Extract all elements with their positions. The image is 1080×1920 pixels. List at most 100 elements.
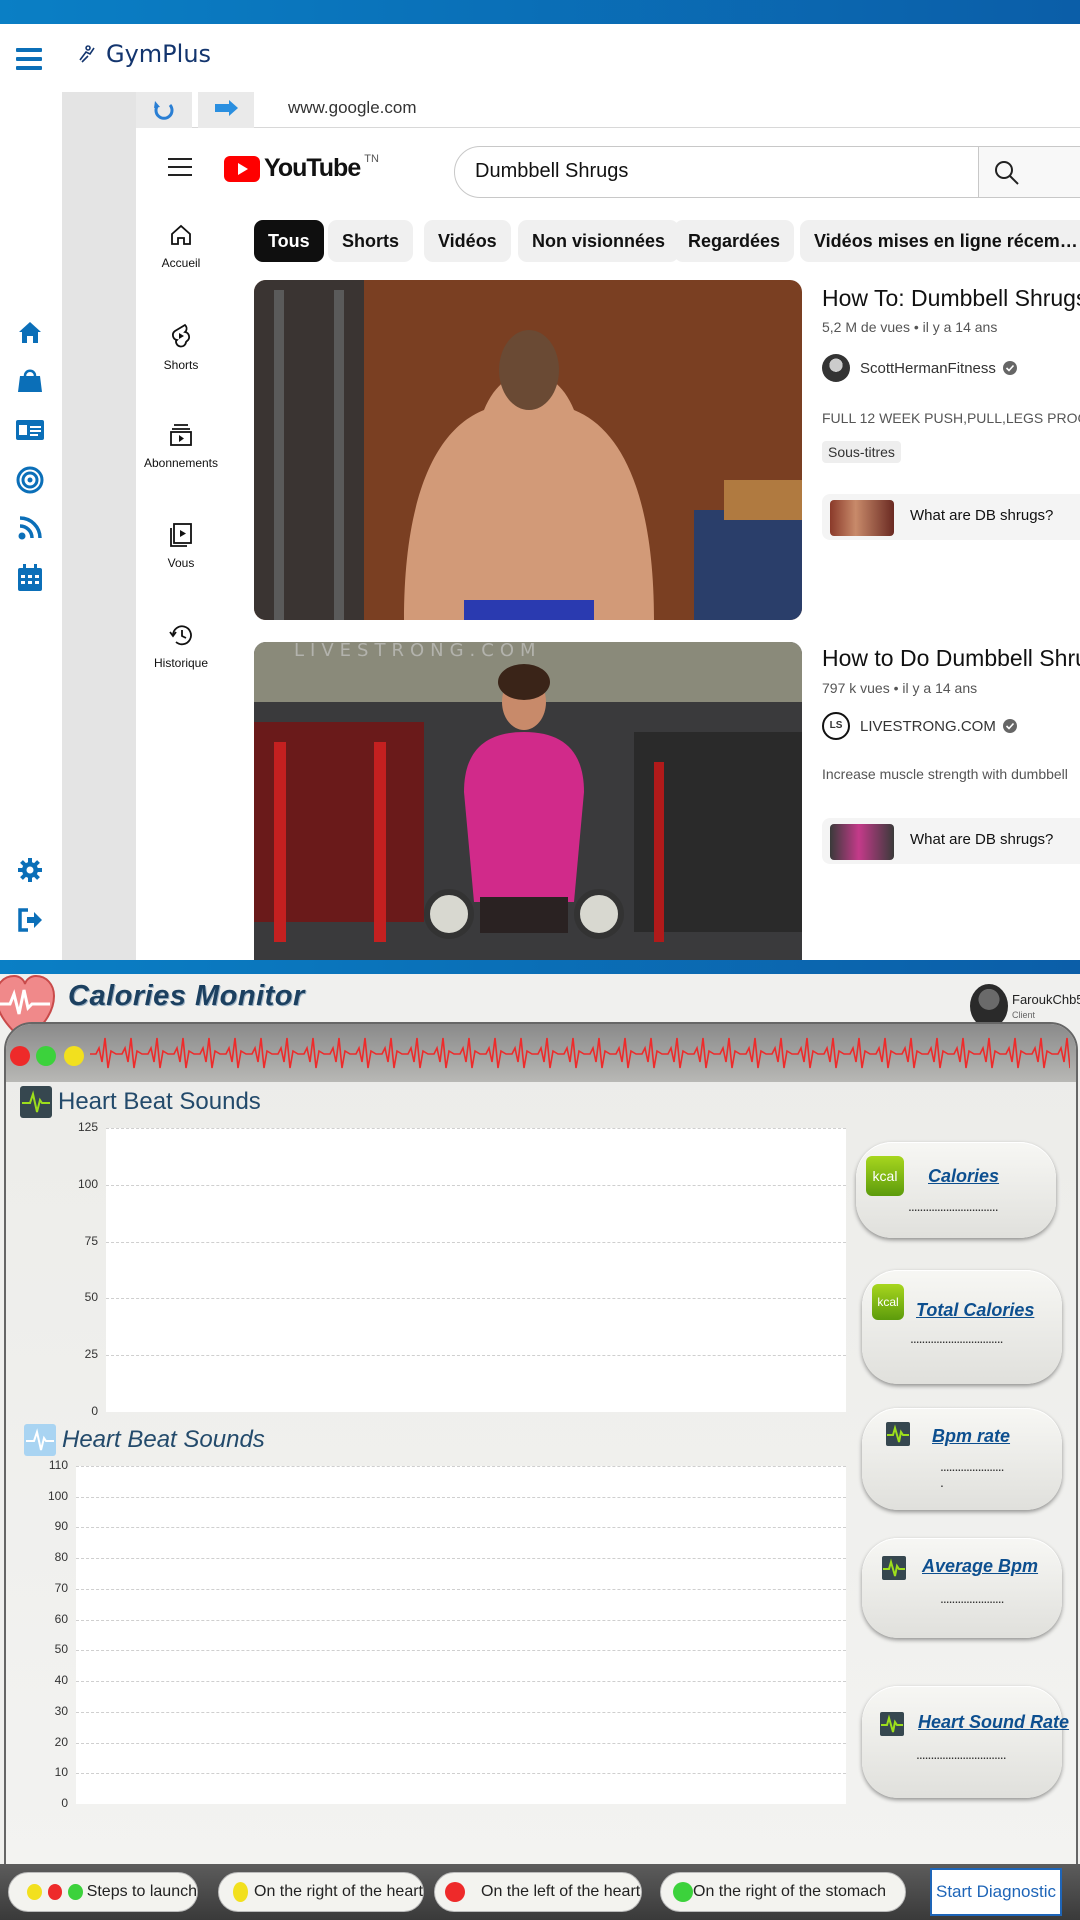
gridline — [76, 1588, 846, 1590]
y-tick-label: 40 — [54, 1673, 68, 1688]
y-tick-label: 50 — [84, 1290, 98, 1305]
app-header: GymPlus — [0, 24, 1080, 92]
pulse-icon — [20, 1086, 52, 1118]
green-dot — [673, 1882, 693, 1902]
search-query: Dumbbell Shrugs — [475, 160, 629, 182]
home-icon[interactable] — [14, 316, 46, 348]
home-outline-icon — [171, 224, 191, 245]
legend-bar: Steps to launch On the right of the hear… — [0, 1864, 1080, 1920]
bpm-rate-card[interactable]: Bpm rate ...................... . — [862, 1408, 1062, 1510]
video-meta: 5,2 M de vues • il y a 14 ans — [822, 319, 998, 335]
subscriptions-icon — [170, 424, 192, 446]
refresh-icon[interactable] — [136, 92, 192, 128]
url-text[interactable]: www.google.com — [288, 98, 417, 118]
legend-label: On the right of the stomach — [693, 1883, 886, 1900]
card-label: Average Bpm — [922, 1556, 1039, 1576]
chip-recently-uploaded[interactable]: Vidéos mises en ligne récem… — [800, 220, 1080, 262]
history-icon — [169, 625, 192, 646]
youtube-play-icon — [224, 155, 260, 182]
y-tick-label: 75 — [84, 1233, 98, 1248]
start-diagnostic-button[interactable]: Start Diagnostic — [930, 1868, 1062, 1916]
library-icon — [170, 523, 192, 547]
ecg-waveform — [90, 1037, 1070, 1069]
gridline — [76, 1773, 846, 1775]
y-tick-label: 20 — [54, 1734, 68, 1749]
calendar-icon[interactable] — [14, 562, 46, 594]
menu-icon[interactable] — [16, 48, 42, 70]
pulse-icon — [886, 1422, 910, 1446]
youtube-search-input[interactable]: Dumbbell Shrugs — [454, 146, 1054, 198]
chip-shorts[interactable]: Shorts — [328, 220, 414, 262]
target-icon[interactable] — [14, 464, 46, 496]
rss-feed-icon[interactable] — [14, 512, 46, 544]
chip-unwatched[interactable]: Non visionnées — [518, 220, 680, 262]
pulse-icon — [24, 1424, 56, 1456]
status-dot-yellow[interactable] — [64, 1046, 84, 1066]
card-value: ................................ — [910, 1330, 1003, 1346]
channel-link[interactable]: LS LIVESTRONG.COM — [822, 712, 1018, 740]
key-moment-card[interactable]: What are DB shrugs? — [822, 818, 1080, 864]
guide-item-subscriptions[interactable]: Abonnements — [136, 422, 226, 502]
heart-beat-chart: 0 25 50 75 100 125 — [46, 1120, 846, 1418]
video-thumbnail[interactable] — [254, 280, 802, 620]
legend-label: On the left of the heart — [481, 1883, 641, 1900]
video-thumbnail[interactable]: LIVESTRONG.COM — [254, 642, 802, 960]
ecg-strip — [6, 1024, 1076, 1082]
legend-label: On the right of the heart — [254, 1883, 423, 1900]
ecg-trace — [90, 1037, 1070, 1069]
gridline — [76, 1496, 846, 1498]
chip-all[interactable]: Tous — [254, 220, 324, 262]
total-calories-card[interactable]: kcal Total Calories ....................… — [862, 1270, 1062, 1384]
card-value: ............................... — [916, 1746, 1007, 1762]
card-value: ............................... — [908, 1198, 999, 1214]
runner-icon — [79, 45, 95, 63]
youtube-search-button[interactable] — [978, 146, 1080, 198]
average-bpm-card[interactable]: Average Bpm ...................... — [862, 1538, 1062, 1638]
yellow-dot — [233, 1882, 248, 1902]
status-dot-red[interactable] — [10, 1046, 30, 1066]
guide-item-shorts[interactable]: Shorts — [136, 322, 226, 402]
card-text: What are DB shrugs? — [910, 831, 1054, 848]
legend-steps-to-launch: Steps to launch — [8, 1872, 198, 1912]
guide-item-home[interactable]: Accueil — [136, 222, 226, 302]
id-card-icon[interactable] — [14, 414, 46, 446]
youtube-logo[interactable]: YouTube TN — [224, 153, 379, 183]
channel-name: ScottHermanFitness — [860, 359, 996, 377]
left-rail — [0, 92, 62, 960]
key-moment-card[interactable]: What are DB shrugs? — [822, 494, 1080, 540]
card-thumbnail — [830, 824, 894, 860]
calories-card[interactable]: kcal Calories ..........................… — [856, 1142, 1056, 1238]
heart-sound-rate-card[interactable]: Heart Sound Rate .......................… — [862, 1686, 1069, 1798]
status-dot-green[interactable] — [36, 1046, 56, 1066]
y-tick-label: 70 — [54, 1580, 68, 1595]
chip-watched[interactable]: Regardées — [674, 220, 795, 262]
panel-title-text: Heart Beat Sounds — [58, 1088, 261, 1115]
y-tick-label: 10 — [54, 1765, 68, 1780]
logout-icon[interactable] — [14, 904, 46, 936]
shopping-bag-icon[interactable] — [14, 364, 46, 396]
guide-item-history[interactable]: Historique — [136, 622, 226, 702]
chart-plot-area — [106, 1128, 846, 1412]
video-title[interactable]: How to Do Dumbbell Shrugs — [822, 645, 1080, 672]
gridline — [76, 1711, 846, 1713]
channel-link[interactable]: ScottHermanFitness — [822, 354, 1018, 382]
monitor-frame: Heart Beat Sounds 0 25 50 75 100 125 Heart Be… — [4, 1022, 1078, 1872]
video-title[interactable]: How To: Dumbbell Shrugs — [822, 285, 1080, 312]
youtube-menu-icon[interactable] — [168, 158, 192, 178]
verified-icon — [1002, 719, 1017, 733]
chart-plot-area — [76, 1466, 846, 1804]
guide-label: Vous — [167, 556, 195, 570]
y-tick-label: 125 — [77, 1120, 98, 1134]
settings-gear-icon[interactable] — [14, 854, 46, 886]
verified-icon — [1002, 361, 1017, 375]
legend-right-of-stomach: On the right of the stomach — [660, 1872, 906, 1912]
brand-logo[interactable]: GymPlus — [76, 40, 211, 68]
pulse-icon — [880, 1712, 904, 1736]
y-tick-label: 30 — [54, 1703, 68, 1718]
card-value: ...................... — [940, 1458, 1005, 1474]
y-tick-label: 60 — [54, 1611, 68, 1626]
panel-title: Heart Beat Sounds — [20, 1086, 261, 1118]
guide-item-you[interactable]: Vous — [136, 522, 226, 602]
chip-videos[interactable]: Vidéos — [424, 220, 511, 262]
go-forward-icon[interactable] — [198, 92, 254, 128]
